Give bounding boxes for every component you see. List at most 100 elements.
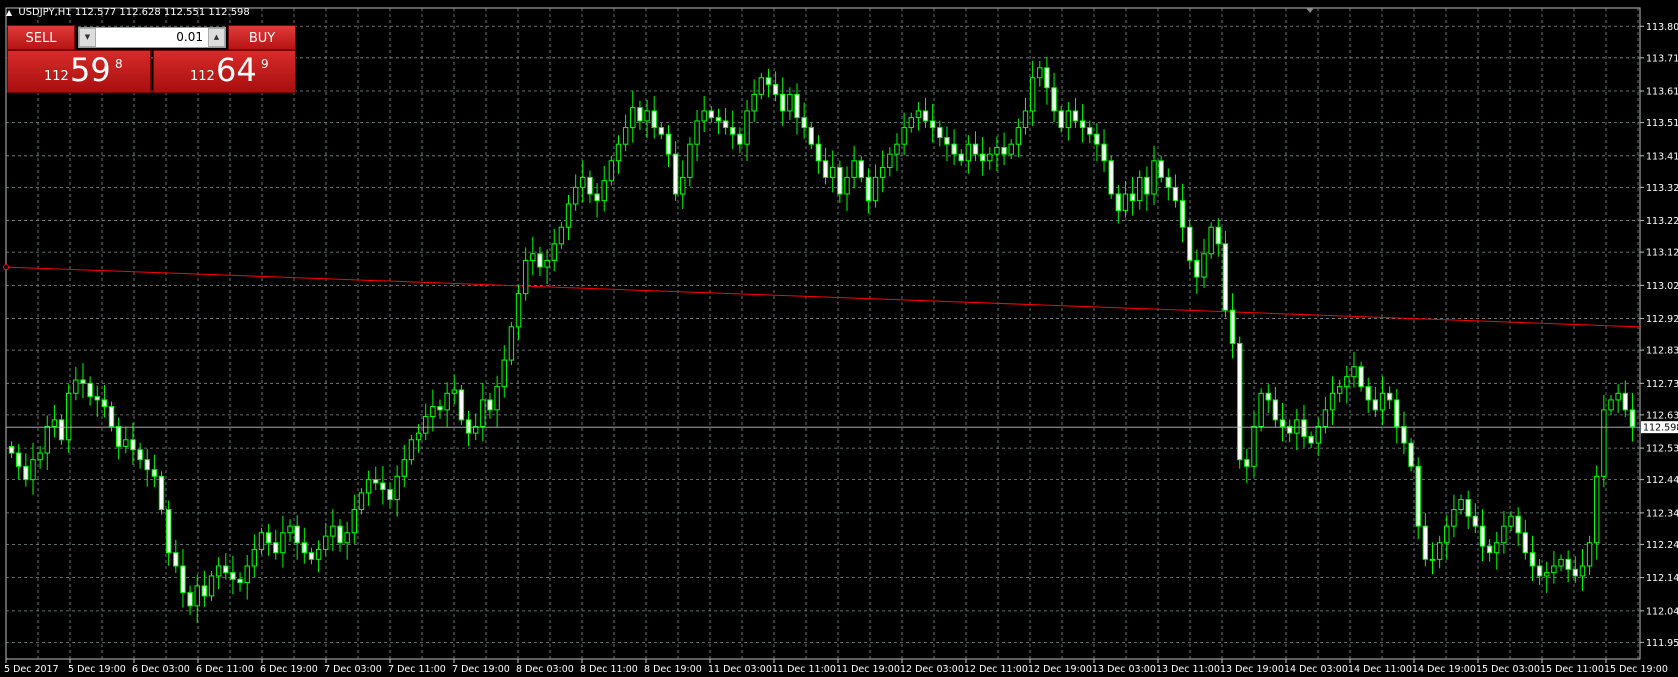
candle-body: [1094, 133, 1100, 145]
candle-body: [1515, 515, 1521, 534]
candle-body: [458, 389, 465, 421]
candle-body: [58, 419, 65, 441]
candle-body: [1401, 426, 1407, 444]
candle-body: [151, 469, 158, 477]
candle-body: [565, 203, 572, 228]
y-tick-label: 113.320: [1646, 183, 1678, 194]
candle-body: [1351, 366, 1357, 378]
buy-price-main: 64: [216, 51, 257, 89]
x-tick-label: 6 Dec 11:00: [196, 664, 254, 675]
candle-body: [1436, 542, 1443, 560]
candle-body: [1615, 392, 1621, 401]
candle-body: [30, 459, 36, 481]
candle-body: [1108, 160, 1114, 195]
candle-body: [451, 389, 457, 394]
x-tick-label: 12 Dec 03:00: [900, 664, 964, 675]
candle-body: [908, 117, 914, 129]
candle-body: [237, 578, 243, 584]
candle-body: [244, 565, 250, 584]
candle-body: [1344, 376, 1350, 388]
candle-body: [165, 509, 172, 554]
candle-body: [865, 176, 872, 202]
candle-body: [815, 143, 822, 162]
y-tick-label: 111.950: [1646, 638, 1678, 649]
candle-body: [130, 439, 136, 451]
trend-line-anchor[interactable]: [3, 264, 9, 271]
candle-body: [1015, 127, 1022, 145]
candle-body: [223, 565, 229, 574]
candle-body: [1329, 392, 1336, 411]
candle-body: [1622, 392, 1628, 411]
candle-body: [1494, 542, 1500, 554]
buy-price-box[interactable]: 112 64 9: [153, 50, 296, 93]
candle-body: [1601, 409, 1607, 477]
candle-body: [1101, 143, 1107, 162]
candle-body: [65, 392, 72, 441]
x-tick-label: 11 Dec 19:00: [836, 664, 900, 675]
candle-body: [844, 176, 850, 195]
candle-body: [665, 133, 672, 155]
candle-body: [680, 176, 686, 195]
candle-body: [230, 572, 236, 580]
candle-body: [1379, 392, 1386, 411]
candle-body: [765, 77, 772, 85]
candle-body: [1187, 226, 1193, 261]
x-tick-label: 11 Dec 11:00: [772, 664, 836, 675]
x-tick-label: 6 Dec 19:00: [260, 664, 318, 675]
lot-size-value[interactable]: 0.01: [176, 30, 203, 44]
candle-body: [780, 93, 786, 112]
candle-body: [651, 110, 657, 129]
candle-body: [480, 399, 486, 427]
candle-body: [737, 133, 743, 145]
candle-body: [173, 552, 179, 567]
candle-body: [644, 110, 650, 122]
candle-body: [415, 432, 422, 441]
candle-body: [1308, 435, 1314, 444]
candle-body: [401, 459, 407, 477]
collapse-triangle-icon[interactable]: ▲: [6, 8, 12, 17]
candle-body: [1258, 392, 1264, 427]
sell-price-main: 59: [70, 51, 111, 89]
candle-body: [879, 166, 886, 178]
candle-body: [722, 120, 729, 129]
price-chart[interactable]: 112.598 113.805 113.710 113.610 113.515 113.…: [0, 0, 1678, 677]
candle-body: [1315, 426, 1321, 444]
candle-body: [837, 166, 843, 195]
sell-price-box[interactable]: 112 59 8: [7, 50, 151, 93]
sell-price-pip: 8: [115, 57, 123, 71]
candle-body: [1044, 67, 1050, 89]
candle-body: [287, 525, 293, 534]
candle-body: [1115, 193, 1122, 212]
candle-body: [1472, 515, 1479, 527]
candle-body: [308, 552, 315, 560]
candle-body: [1451, 509, 1457, 527]
lot-size-field[interactable]: ▼ 0.01 ▲: [78, 27, 226, 48]
lot-increase-icon[interactable]: ▲: [208, 28, 225, 47]
chart-title-bar: ▲ USDJPY,H1 112.577 112.628 112.551 112.…: [6, 7, 250, 18]
candle-body: [215, 565, 222, 577]
candle-body: [208, 575, 215, 597]
candle-body: [944, 137, 950, 145]
candle-body: [1629, 409, 1636, 427]
candle-body: [687, 143, 693, 178]
y-tick-label: 113.710: [1646, 53, 1678, 64]
lot-decrease-icon[interactable]: ▼: [79, 28, 96, 47]
candle-body: [1586, 542, 1593, 567]
candle-body: [1229, 309, 1236, 344]
candle-body: [751, 93, 757, 112]
x-tick-label: 13 Dec 19:00: [1220, 664, 1284, 675]
candle-body: [465, 419, 472, 434]
candle-body: [430, 406, 436, 418]
candle-body: [351, 509, 358, 534]
candle-body: [1429, 558, 1436, 561]
candle-body: [772, 83, 779, 95]
candle-body: [387, 489, 393, 501]
candle-body: [1529, 552, 1536, 567]
y-tick-label: 112.045: [1646, 606, 1678, 617]
candle-body: [965, 143, 972, 162]
candle-body: [1358, 366, 1364, 388]
candle-body: [358, 492, 365, 511]
sell-button[interactable]: SELL: [7, 25, 75, 50]
candle-body: [1008, 143, 1014, 155]
buy-button[interactable]: BUY: [228, 25, 296, 50]
